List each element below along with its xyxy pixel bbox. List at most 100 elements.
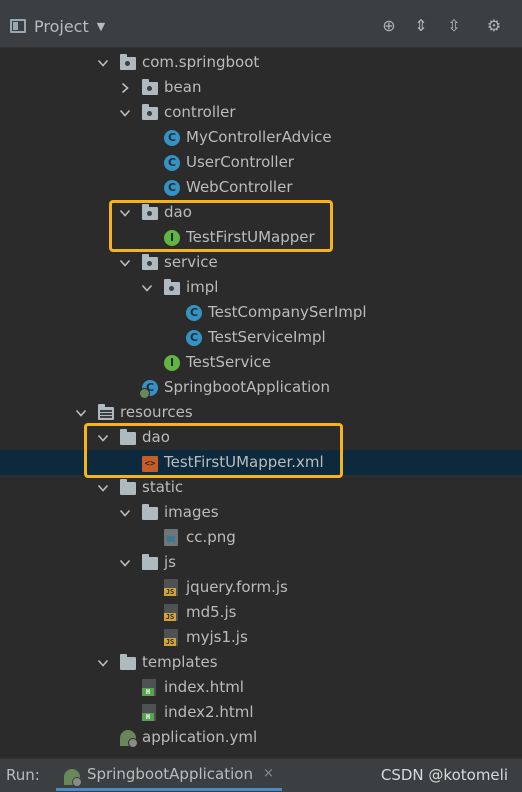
html-file-icon: H <box>142 679 156 696</box>
tree-item-label: TestServiceImpl <box>208 328 326 346</box>
gear-icon[interactable]: ⚙ <box>484 16 504 36</box>
tree-row-usercontroller[interactable]: C UserController <box>0 150 522 175</box>
tree-row-md5-js[interactable]: JS md5.js <box>0 600 522 625</box>
tree-row-cc-png[interactable]: cc.png <box>0 525 522 550</box>
watermark: CSDN @kotomeli <box>380 766 508 784</box>
tree-row-webcontroller[interactable]: C WebController <box>0 175 522 200</box>
chevron-down-icon[interactable]: ▼ <box>97 20 105 33</box>
chevron-down-icon[interactable] <box>96 431 110 445</box>
tree-item-label: jquery.form.js <box>186 578 288 596</box>
tree-row-controller[interactable]: controller <box>0 100 522 125</box>
tree-row-springbootapplication[interactable]: C SpringbootApplication <box>0 375 522 400</box>
tree-item-label: com.springboot <box>142 53 260 71</box>
chevron-down-icon[interactable] <box>140 281 154 295</box>
folder-icon <box>142 554 158 570</box>
tree-row-testfirstumapper-xml[interactable]: <> TestFirstUMapper.xml <box>0 450 522 475</box>
close-icon[interactable]: × <box>263 766 274 781</box>
tree-item-label: index2.html <box>164 703 254 721</box>
tree-row-index2-html[interactable]: Hindex2.html <box>0 700 522 725</box>
tree-row-dao[interactable]: dao <box>0 425 522 450</box>
chevron-down-icon[interactable] <box>118 256 132 270</box>
java-interface-icon: I <box>164 355 180 371</box>
tree-row-jquery-form-js[interactable]: JS jquery.form.js <box>0 575 522 600</box>
chevron-down-icon[interactable] <box>118 506 132 520</box>
expand-all-icon[interactable]: ⇕ <box>411 16 431 36</box>
tree-item-label: SpringbootApplication <box>164 378 330 396</box>
tree-row-testserviceimpl[interactable]: C TestServiceImpl <box>0 325 522 350</box>
tree-row-testservice[interactable]: I TestService <box>0 350 522 375</box>
chevron-down-icon[interactable] <box>118 556 132 570</box>
java-class-icon: C <box>164 155 180 171</box>
run-tab-springbootapplication[interactable]: SpringbootApplication × <box>56 761 282 791</box>
folder-icon <box>120 479 136 495</box>
tree-row-testfirstumapper[interactable]: I TestFirstUMapper <box>0 225 522 250</box>
tree-row-mycontrolleradvice[interactable]: C MyControllerAdvice <box>0 125 522 150</box>
java-class-icon: C <box>164 180 180 196</box>
resources-folder-icon <box>98 404 114 420</box>
tree-row-static[interactable]: static <box>0 475 522 500</box>
collapse-all-icon[interactable]: ⇳ <box>444 16 464 36</box>
javascript-file-icon: JS <box>164 629 178 646</box>
java-interface-icon: I <box>164 230 180 246</box>
html-file-icon: H <box>142 704 156 721</box>
package-folder-icon <box>142 79 158 95</box>
tree-row-service[interactable]: service <box>0 250 522 275</box>
project-view-selector[interactable]: Project ▼ <box>10 14 105 38</box>
tree-row-resources[interactable]: resources <box>0 400 522 425</box>
package-folder-icon <box>120 54 136 70</box>
tree-row-application-yml[interactable]: application.yml <box>0 725 522 750</box>
spring-boot-icon <box>64 769 82 787</box>
folder-icon <box>120 654 136 670</box>
project-tree: com.springboot bean controller C MyControlle… <box>0 48 522 758</box>
tree-item-label: controller <box>164 103 236 121</box>
tree-item-label: resources <box>120 403 193 421</box>
package-folder-icon <box>142 254 158 270</box>
javascript-file-icon: JS <box>164 579 178 596</box>
folder-icon <box>142 504 158 520</box>
tree-item-label: service <box>164 253 218 271</box>
java-class-icon: C <box>186 330 202 346</box>
project-toolbar: Project ▼ ⊕ ⇕ ⇳ ⚙ <box>0 0 522 48</box>
tree-row-com-springboot[interactable]: com.springboot <box>0 50 522 75</box>
tree-item-label: md5.js <box>186 603 237 621</box>
run-tab-label: SpringbootApplication <box>87 765 253 783</box>
chevron-down-icon[interactable] <box>96 56 110 70</box>
package-folder-icon <box>142 204 158 220</box>
project-view-title: Project <box>34 16 89 36</box>
tree-row-templates[interactable]: templates <box>0 650 522 675</box>
chevron-down-icon[interactable] <box>118 106 132 120</box>
locate-icon[interactable]: ⊕ <box>379 16 399 36</box>
spring-config-file-icon <box>120 730 138 748</box>
chevron-down-icon[interactable] <box>96 656 110 670</box>
javascript-file-icon: JS <box>164 604 178 621</box>
tree-row-testcompanyserimpl[interactable]: C TestCompanySerImpl <box>0 300 522 325</box>
tree-item-label: UserController <box>186 153 294 171</box>
tree-row-dao[interactable]: dao <box>0 200 522 225</box>
tree-row-bean[interactable]: bean <box>0 75 522 100</box>
tree-row-index-html[interactable]: Hindex.html <box>0 675 522 700</box>
tree-item-label: application.yml <box>142 728 258 746</box>
tree-item-label: TestService <box>186 353 271 371</box>
tree-item-label: myjs1.js <box>186 628 248 646</box>
tree-item-label: bean <box>164 78 202 96</box>
tree-item-label: TestFirstUMapper <box>186 228 315 246</box>
image-file-icon <box>164 529 178 546</box>
chevron-right-icon[interactable] <box>118 81 132 95</box>
tree-row-js[interactable]: js <box>0 550 522 575</box>
java-class-icon: C <box>164 130 180 146</box>
tree-row-images[interactable]: images <box>0 500 522 525</box>
chevron-down-icon[interactable] <box>74 406 88 420</box>
tree-item-label: TestFirstUMapper.xml <box>164 453 324 471</box>
tree-item-label: cc.png <box>186 528 236 546</box>
tree-item-label: dao <box>164 203 192 221</box>
tree-item-label: WebController <box>186 178 293 196</box>
run-bar: Run: SpringbootApplication × CSDN @kotom… <box>0 758 522 792</box>
tree-item-label: templates <box>142 653 218 671</box>
tree-item-label: index.html <box>164 678 244 696</box>
chevron-down-icon[interactable] <box>96 481 110 495</box>
tree-row-myjs1-js[interactable]: JS myjs1.js <box>0 625 522 650</box>
tree-row-impl[interactable]: impl <box>0 275 522 300</box>
tree-item-label: static <box>142 478 184 496</box>
tree-item-label: images <box>164 503 219 521</box>
chevron-down-icon[interactable] <box>118 206 132 220</box>
